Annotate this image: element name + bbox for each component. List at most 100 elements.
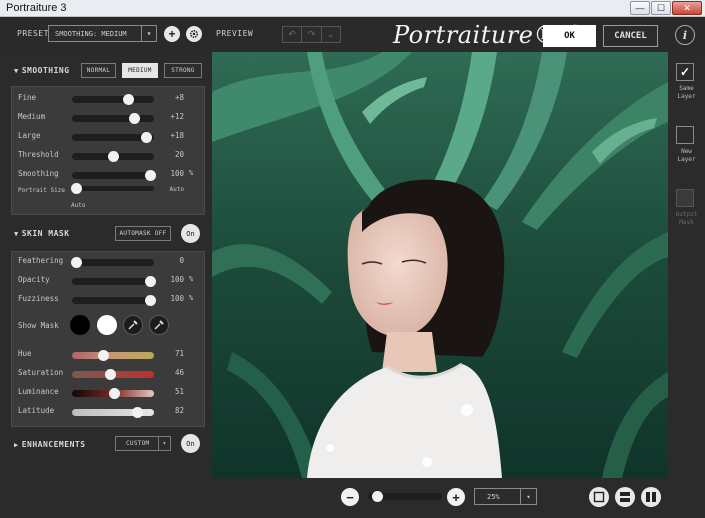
plus-icon: + <box>452 489 460 505</box>
redo-button[interactable]: ↷ <box>302 27 322 42</box>
undo-button[interactable]: ↶ <box>283 27 303 42</box>
collapse-triangle-icon: ▼ <box>14 230 19 238</box>
output-label: New <box>681 148 692 155</box>
slider-track[interactable] <box>72 170 156 181</box>
chevron-down-icon: ▾ <box>520 489 536 504</box>
history-group: ↶ ↷ ⌄ <box>282 26 341 43</box>
slider-label: Latitude <box>18 406 55 415</box>
mode-normal-button[interactable]: NORMAL <box>81 63 116 78</box>
slider-track[interactable] <box>72 369 154 380</box>
output-label: Output <box>675 211 698 218</box>
zoom-in-button[interactable]: + <box>447 488 465 506</box>
slider-label: Fine <box>18 93 37 102</box>
slider-value: 0 <box>179 256 184 265</box>
zoom-out-button[interactable]: − <box>341 488 359 506</box>
slider-label: Smoothing <box>18 169 59 178</box>
checkmark-icon: ✓ <box>679 65 691 79</box>
ok-button[interactable]: OK <box>543 25 596 47</box>
enhancements-title: ENHANCEMENTS <box>21 440 86 449</box>
slider-value: +8 <box>174 93 184 102</box>
slider-track[interactable] <box>72 113 154 124</box>
zoom-slider-thumb[interactable] <box>371 491 383 502</box>
mode-medium-button[interactable]: MEDIUM <box>122 63 158 78</box>
white-mask-swatch[interactable] <box>97 315 117 335</box>
slider-track[interactable] <box>71 257 154 268</box>
slider-value: 100 <box>170 294 184 303</box>
output-label: Same <box>679 85 694 92</box>
zoom-slider[interactable] <box>368 491 442 502</box>
enhancements-preset-value: CUSTOM <box>126 440 150 447</box>
slider-label: Opacity <box>18 275 50 284</box>
portrait-size-slider[interactable] <box>71 183 154 194</box>
mode-strong-button[interactable]: STRONG <box>164 63 202 78</box>
history-menu-button[interactable]: ⌄ <box>322 27 340 42</box>
zoom-level-dropdown[interactable]: 25% ▾ <box>474 488 537 505</box>
output-checkbox[interactable] <box>676 126 694 144</box>
add-preset-button[interactable]: + <box>164 26 180 42</box>
single-view-icon <box>593 491 605 503</box>
preview-label: PREVIEW <box>216 29 254 38</box>
chevron-down-icon: ⌄ <box>327 29 335 39</box>
split-horizontal-icon <box>620 492 630 502</box>
skin-mask-header[interactable]: ▼ SKIN MASK <box>14 229 70 238</box>
slider-label: Luminance <box>18 387 59 396</box>
slider-value: 82 <box>174 406 184 415</box>
output-checkbox[interactable]: ✓ <box>676 63 694 81</box>
enhancements-header[interactable]: ▶ ENHANCEMENTS <box>14 440 86 449</box>
slider-thumb[interactable] <box>140 132 152 143</box>
window-titlebar: Portraiture 3 — ☐ ✕ <box>0 0 705 17</box>
slider-label: Fuzziness <box>18 294 59 303</box>
slider-thumb[interactable] <box>122 94 134 105</box>
slider-label: Threshold <box>18 150 59 159</box>
enhancements-on-toggle[interactable]: On <box>181 434 200 453</box>
split-horizontal-view-button[interactable] <box>615 487 635 507</box>
smoothing-header[interactable]: ▼ SMOOTHING <box>14 66 70 75</box>
slider-value: 71 <box>174 349 184 358</box>
add-color-picker-button[interactable] <box>123 315 143 335</box>
undo-icon: ↶ <box>288 29 296 39</box>
split-vertical-view-button[interactable] <box>641 487 661 507</box>
slider-label: Large <box>18 131 41 140</box>
slider-track[interactable] <box>72 151 154 162</box>
slider-track[interactable] <box>72 295 156 306</box>
eyedropper-minus-icon <box>154 320 164 330</box>
skin-mask-on-toggle[interactable]: On <box>181 224 200 243</box>
preview-image[interactable] <box>212 52 668 478</box>
slider-thumb[interactable] <box>108 388 120 399</box>
single-view-button[interactable] <box>589 487 609 507</box>
slider-value: +18 <box>170 131 184 140</box>
slider-unit: % <box>189 275 194 283</box>
cancel-button[interactable]: CANCEL <box>603 25 658 47</box>
slider-track[interactable] <box>72 407 154 418</box>
slider-track[interactable] <box>72 388 154 399</box>
close-button[interactable]: ✕ <box>672 1 702 15</box>
minimize-button[interactable]: — <box>630 1 650 15</box>
slider-label: Medium <box>18 112 46 121</box>
info-button[interactable]: i <box>675 25 695 45</box>
remove-color-picker-button[interactable] <box>149 315 169 335</box>
slider-value: 46 <box>174 368 184 377</box>
black-mask-swatch[interactable] <box>70 315 90 335</box>
slider-track[interactable] <box>72 132 154 143</box>
chevron-down-icon: ▾ <box>141 26 156 41</box>
preset-value: SMOOTHING: MEDIUM <box>55 30 127 38</box>
slider-unit: % <box>189 169 194 177</box>
slider-thumb[interactable] <box>104 369 116 380</box>
preset-dropdown[interactable]: SMOOTHING: MEDIUM ▾ <box>48 25 157 42</box>
slider-value: +12 <box>170 112 184 121</box>
slider-track[interactable] <box>72 350 154 361</box>
slider-thumb[interactable] <box>131 407 143 418</box>
enhancements-preset-dropdown[interactable]: CUSTOM ▾ <box>115 436 171 451</box>
maximize-button[interactable]: ☐ <box>651 1 671 15</box>
slider-track[interactable] <box>72 276 156 287</box>
window-title: Portraiture 3 <box>6 2 67 14</box>
automask-button[interactable]: AUTOMASK OFF <box>115 226 171 241</box>
output-checkbox <box>676 189 694 207</box>
preset-settings-button[interactable] <box>186 26 202 42</box>
slider-value: 100 <box>170 275 184 284</box>
slider-unit: % <box>189 294 194 302</box>
slider-label: Hue <box>18 349 32 358</box>
slider-thumb[interactable] <box>108 151 119 162</box>
slider-track[interactable] <box>72 94 154 105</box>
redo-icon: ↷ <box>307 29 316 39</box>
